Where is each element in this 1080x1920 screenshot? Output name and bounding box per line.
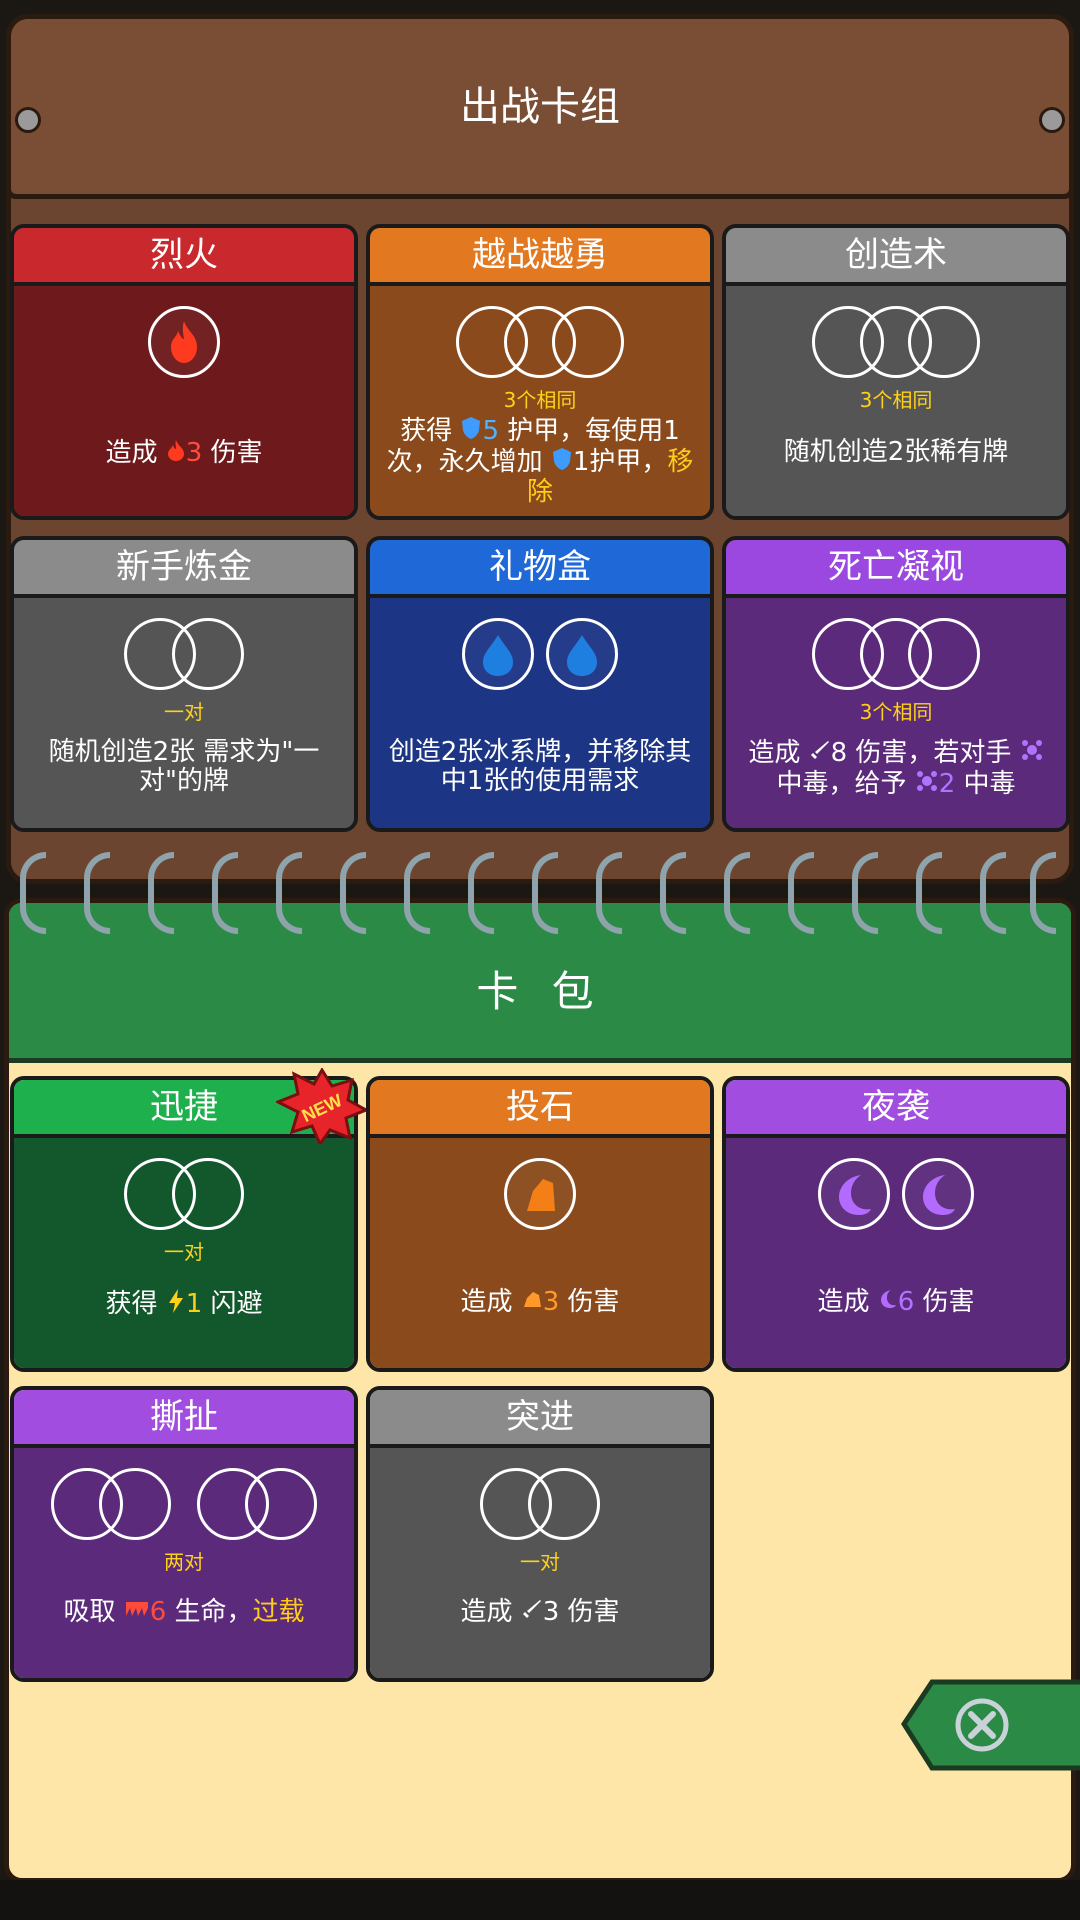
ring bbox=[404, 852, 430, 934]
rock-icon bbox=[521, 1288, 543, 1317]
ring bbox=[788, 852, 814, 934]
card-desc: 随机创造2张稀有牌 bbox=[783, 437, 1009, 467]
ring bbox=[468, 852, 494, 934]
ring bbox=[1030, 852, 1056, 934]
dice-slot bbox=[908, 306, 980, 378]
card-desc: 造成 3 伤害 bbox=[105, 438, 263, 469]
dice-slot bbox=[552, 306, 624, 378]
ring bbox=[276, 852, 302, 934]
card-title: 创造术 bbox=[726, 228, 1066, 282]
deck-card-xinshoulianjin[interactable]: 新手炼金 一对 随机创造2张 需求为"一对"的牌 bbox=[10, 536, 358, 832]
ring bbox=[212, 852, 238, 934]
card-desc: 造成 3 伤害 bbox=[460, 1597, 620, 1627]
requirement: 3个相同 bbox=[859, 388, 933, 412]
card-desc: 吸取 6 生命，过载 bbox=[63, 1597, 305, 1627]
pack-card-yexi[interactable]: 夜袭 造成 6 伤害 bbox=[722, 1076, 1070, 1372]
lightning-icon bbox=[166, 1288, 186, 1321]
ring bbox=[84, 852, 110, 934]
pack-card-tujin[interactable]: 突进 一对 造成 3 伤害 bbox=[366, 1386, 714, 1682]
requirement: 3个相同 bbox=[859, 700, 933, 724]
close-button[interactable] bbox=[900, 1678, 1080, 1773]
card-title: 烈火 bbox=[14, 228, 354, 282]
pack-title: 卡 包 bbox=[476, 967, 604, 1016]
rock-icon bbox=[504, 1158, 576, 1230]
binder-rings bbox=[20, 852, 1060, 934]
water-drop-icon bbox=[462, 618, 534, 690]
card-title: 撕扯 bbox=[14, 1390, 354, 1444]
card-title: 越战越勇 bbox=[370, 228, 710, 282]
deck-card-chuangzaoshu[interactable]: 创造术 3个相同 随机创造2张稀有牌 bbox=[722, 224, 1070, 520]
card-title: 夜袭 bbox=[726, 1080, 1066, 1134]
deck-card-liehuo[interactable]: 烈火 造成 3 伤害 bbox=[10, 224, 358, 520]
poison-icon bbox=[1020, 738, 1044, 769]
ring bbox=[916, 852, 942, 934]
ring bbox=[148, 852, 174, 934]
shield-icon bbox=[460, 416, 482, 447]
pack-card-siche[interactable]: 撕扯 两对 吸取 6 生命，过载 bbox=[10, 1386, 358, 1682]
ring bbox=[20, 852, 46, 934]
card-desc: 造成 3 伤害 bbox=[460, 1287, 620, 1317]
sword-icon bbox=[809, 739, 831, 768]
ring bbox=[340, 852, 366, 934]
moon-icon bbox=[902, 1158, 974, 1230]
ring bbox=[660, 852, 686, 934]
ring bbox=[724, 852, 750, 934]
card-desc: 获得 1 闪避 bbox=[105, 1288, 263, 1321]
requirement: 一对 bbox=[164, 1240, 204, 1264]
deck-card-liwuhe[interactable]: 礼物盒 创造2张冰系牌，并移除其中1张的使用需求 bbox=[366, 536, 714, 832]
card-title: 新手炼金 bbox=[14, 540, 354, 594]
requirement: 3个相同 bbox=[503, 388, 577, 412]
dice-slot bbox=[908, 618, 980, 690]
dice-slot bbox=[528, 1468, 600, 1540]
shield-icon bbox=[551, 447, 573, 478]
poison-icon bbox=[915, 769, 939, 800]
fang-icon bbox=[124, 1598, 150, 1627]
ring bbox=[852, 852, 878, 934]
dice-slot bbox=[172, 618, 244, 690]
sword-icon bbox=[521, 1598, 543, 1627]
fire-icon bbox=[166, 438, 186, 469]
bottom-strip bbox=[0, 1880, 1080, 1920]
card-desc: 随机创造2张 需求为"一对"的牌 bbox=[48, 737, 320, 796]
requirement: 一对 bbox=[520, 1550, 560, 1574]
card-desc: 造成 6 伤害 bbox=[817, 1287, 975, 1317]
card-desc: 创造2张冰系牌，并移除其中1张的使用需求 bbox=[388, 737, 692, 796]
card-title: 死亡凝视 bbox=[726, 540, 1066, 594]
ring bbox=[980, 852, 1006, 934]
dice-slot bbox=[98, 1468, 171, 1540]
card-title: 突进 bbox=[370, 1390, 710, 1444]
requirement: 两对 bbox=[164, 1550, 204, 1574]
deck-card-yuezhanyueyong[interactable]: 越战越勇 3个相同 获得 5 护甲，每使用1次，永久增加 1护甲，移除 bbox=[366, 224, 714, 520]
moon-icon bbox=[818, 1158, 890, 1230]
dice-slot bbox=[245, 1468, 318, 1540]
card-desc: 获得 5 护甲，每使用1次，永久增加 1护甲，移除 bbox=[386, 416, 694, 507]
deck-title: 出战卡组 bbox=[460, 84, 620, 130]
card-title: 礼物盒 bbox=[370, 540, 710, 594]
deck-card-siwangningshi[interactable]: 死亡凝视 3个相同 造成 8 伤害，若对手 中毒，给予 2 中毒 bbox=[722, 536, 1070, 832]
water-drop-icon bbox=[546, 618, 618, 690]
ring bbox=[532, 852, 558, 934]
new-badge: NEW bbox=[276, 1068, 368, 1144]
requirement: 一对 bbox=[164, 700, 204, 724]
dice-slot bbox=[172, 1158, 244, 1230]
deck-header: 出战卡组 bbox=[6, 14, 1074, 199]
pack-card-toushi[interactable]: 投石 造成 3 伤害 bbox=[366, 1076, 714, 1372]
moon-icon bbox=[878, 1288, 898, 1317]
ring bbox=[596, 852, 622, 934]
card-title: 投石 bbox=[370, 1080, 710, 1134]
fire-icon bbox=[148, 306, 220, 378]
card-desc: 造成 8 伤害，若对手 中毒，给予 2 中毒 bbox=[736, 738, 1056, 800]
